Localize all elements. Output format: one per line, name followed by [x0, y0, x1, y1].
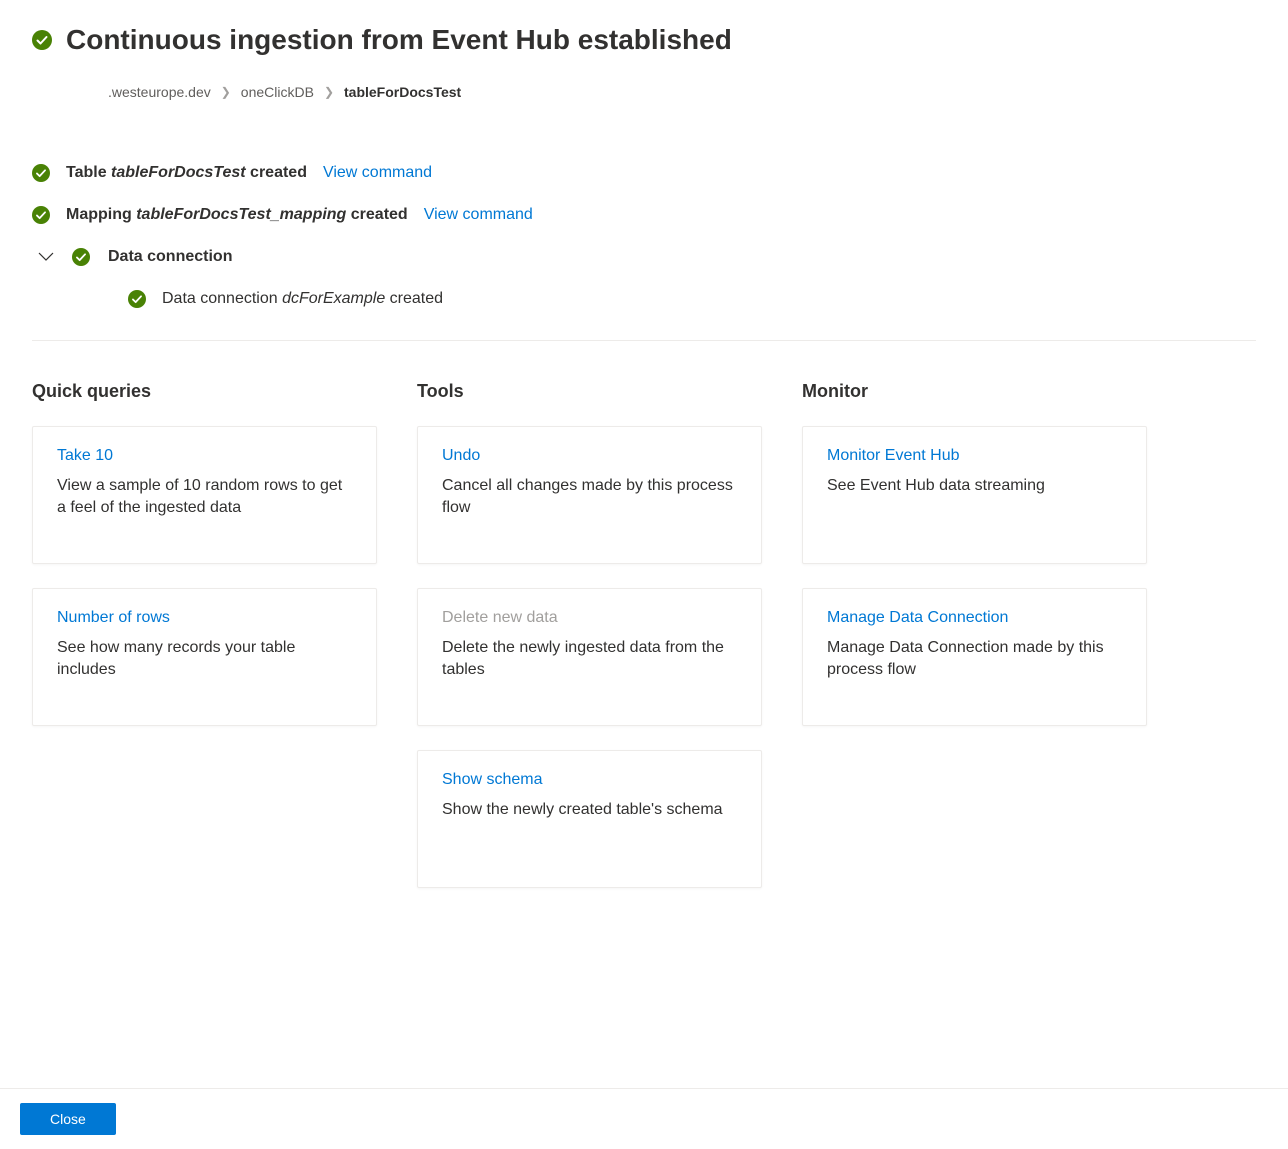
status-row-mapping: Mapping tableForDocsTest_mapping created…: [32, 206, 1256, 224]
status-row-table: Table tableForDocsTest created View comm…: [32, 164, 1256, 182]
card-title-disabled: Delete new data: [442, 609, 737, 627]
card-title[interactable]: Number of rows: [57, 609, 352, 627]
status-sub-row-connection: Data connection dcForExample created: [128, 290, 1256, 308]
success-check-icon: [32, 164, 50, 182]
card-manage-data-connection[interactable]: Manage Data Connection Manage Data Conne…: [802, 588, 1147, 726]
quick-queries-column: Quick queries Take 10 View a sample of 1…: [32, 381, 377, 912]
breadcrumb-item[interactable]: .westeurope.dev: [108, 84, 211, 100]
close-button[interactable]: Close: [20, 1103, 116, 1135]
chevron-right-icon: ❯: [324, 85, 334, 99]
status-text: Table tableForDocsTest created: [66, 164, 307, 182]
success-check-icon: [32, 206, 50, 224]
chevron-down-icon: [38, 252, 54, 262]
monitor-column: Monitor Monitor Event Hub See Event Hub …: [802, 381, 1147, 912]
card-monitor-event-hub[interactable]: Monitor Event Hub See Event Hub data str…: [802, 426, 1147, 564]
divider: [32, 340, 1256, 341]
status-sub-text: Data connection dcForExample created: [162, 290, 443, 308]
breadcrumb-item[interactable]: oneClickDB: [241, 84, 314, 100]
card-desc: See Event Hub data streaming: [827, 475, 1122, 497]
card-title[interactable]: Show schema: [442, 771, 737, 789]
column-title: Monitor: [802, 381, 1147, 402]
card-desc: View a sample of 10 random rows to get a…: [57, 475, 352, 520]
view-command-link[interactable]: View command: [424, 206, 533, 224]
card-desc: Show the newly created table's schema: [442, 799, 737, 821]
card-desc: See how many records your table includes: [57, 637, 352, 682]
column-title: Tools: [417, 381, 762, 402]
breadcrumb-item-current: tableForDocsTest: [344, 84, 461, 100]
view-command-link[interactable]: View command: [323, 164, 432, 182]
card-desc: Cancel all changes made by this process …: [442, 475, 737, 520]
tools-column: Tools Undo Cancel all changes made by th…: [417, 381, 762, 912]
status-row-connection[interactable]: Data connection: [32, 248, 1256, 266]
card-desc: Manage Data Connection made by this proc…: [827, 637, 1122, 682]
success-check-icon: [72, 248, 90, 266]
card-take-10[interactable]: Take 10 View a sample of 10 random rows …: [32, 426, 377, 564]
breadcrumb: .westeurope.dev ❯ oneClickDB ❯ tableForD…: [108, 84, 1256, 100]
status-connection-label: Data connection: [108, 248, 232, 266]
chevron-right-icon: ❯: [221, 85, 231, 99]
status-text: Mapping tableForDocsTest_mapping created: [66, 206, 408, 224]
column-title: Quick queries: [32, 381, 377, 402]
success-check-icon: [128, 290, 146, 308]
card-title[interactable]: Manage Data Connection: [827, 609, 1122, 627]
card-title[interactable]: Monitor Event Hub: [827, 447, 1122, 465]
card-desc: Delete the newly ingested data from the …: [442, 637, 737, 682]
card-title[interactable]: Undo: [442, 447, 737, 465]
page-title: Continuous ingestion from Event Hub esta…: [66, 24, 732, 56]
success-check-icon: [32, 30, 52, 50]
card-delete-new-data: Delete new data Delete the newly ingeste…: [417, 588, 762, 726]
card-undo[interactable]: Undo Cancel all changes made by this pro…: [417, 426, 762, 564]
footer: Close: [0, 1088, 1288, 1149]
card-number-of-rows[interactable]: Number of rows See how many records your…: [32, 588, 377, 726]
card-title[interactable]: Take 10: [57, 447, 352, 465]
card-show-schema[interactable]: Show schema Show the newly created table…: [417, 750, 762, 888]
